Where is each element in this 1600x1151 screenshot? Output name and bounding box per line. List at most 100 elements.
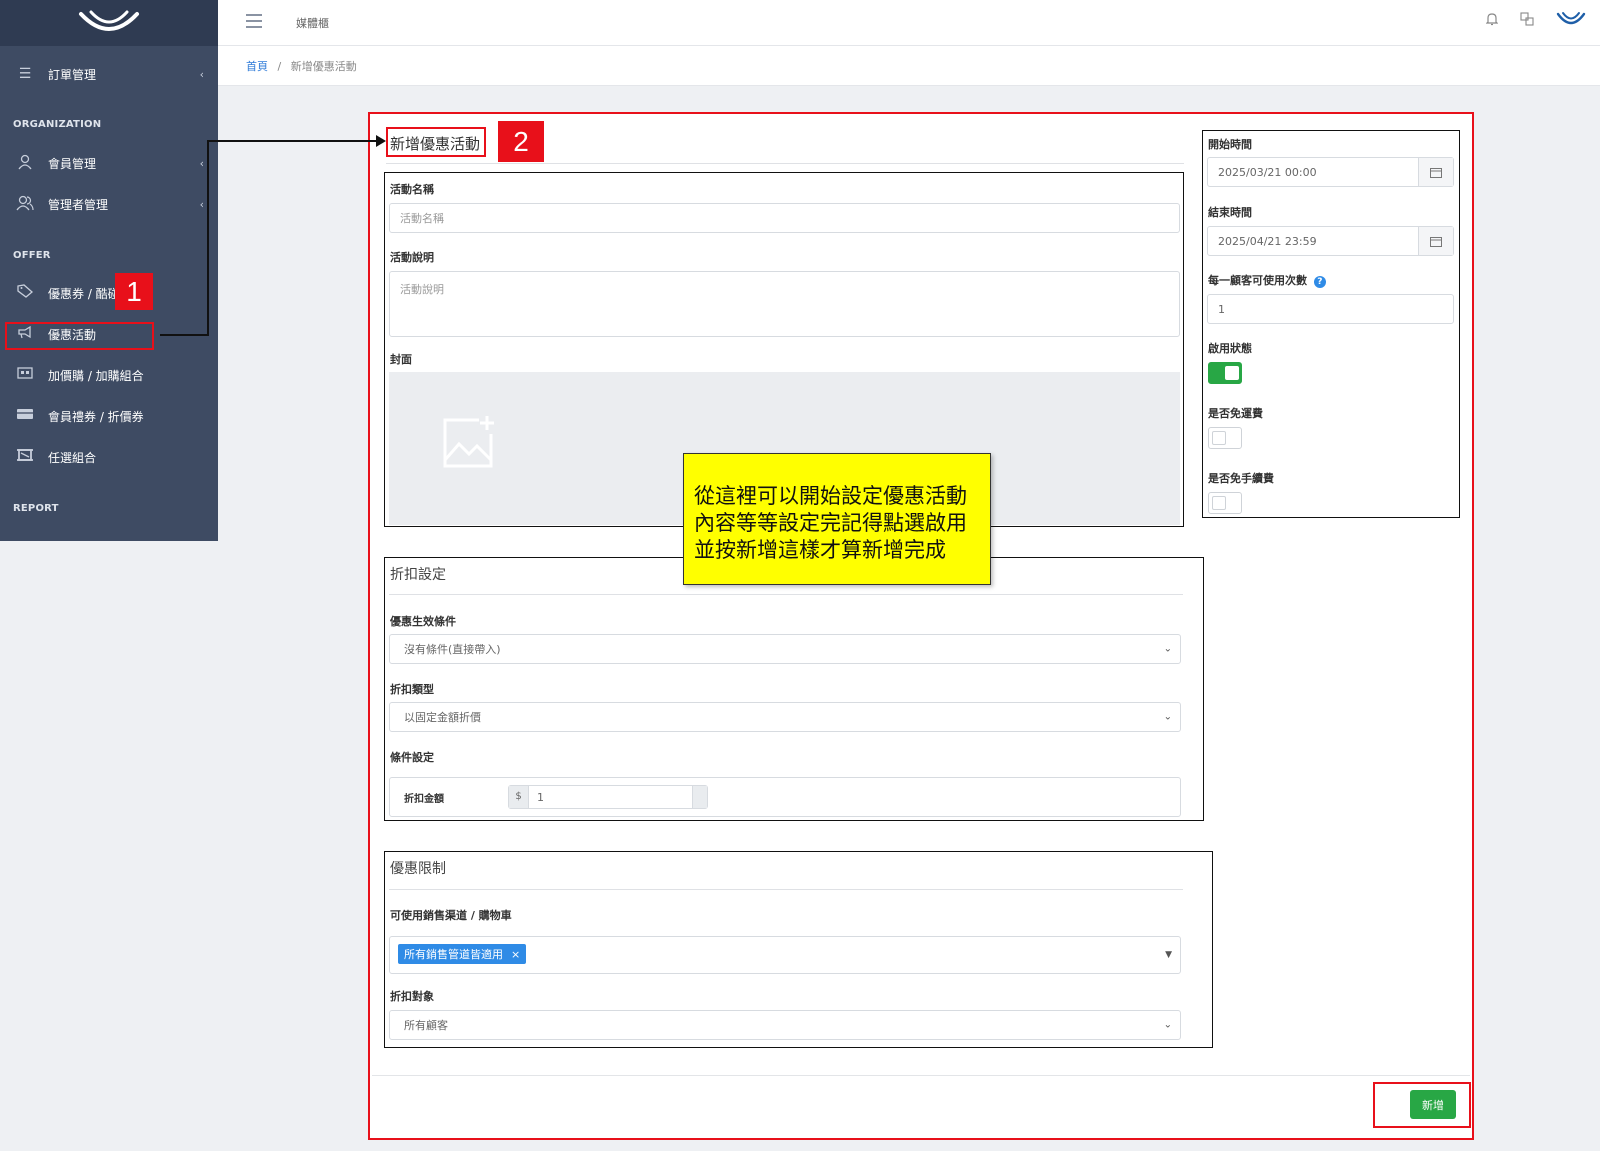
amount-input-addon — [692, 786, 707, 808]
start-time-input[interactable]: 2025/03/21 00:00 — [1207, 157, 1454, 187]
amount-value: 1 — [537, 790, 544, 804]
end-time-label: 結束時間 — [1208, 206, 1252, 219]
hamburger-menu-icon[interactable] — [246, 14, 262, 28]
breadcrumb: 首頁 / 新增優惠活動 — [218, 46, 1600, 86]
schedule-settings-box — [1202, 130, 1460, 518]
sidebar-logo[interactable] — [0, 0, 218, 46]
chevron-left-icon: ‹ — [199, 67, 204, 81]
chevron-left-icon: ‹ — [199, 156, 204, 170]
sidebar-item-combo[interactable]: 任選組合 — [0, 439, 218, 475]
calendar-icon[interactable] — [1418, 158, 1453, 186]
page-title: 新增優惠活動 — [390, 135, 481, 153]
logo-icon — [79, 10, 139, 31]
user-icon — [16, 154, 34, 172]
callout-line: 並按新增這樣才算新增完成 — [694, 538, 946, 562]
translate-icon[interactable] — [1520, 12, 1534, 26]
free-shipping-toggle[interactable] — [1208, 427, 1242, 449]
enabled-toggle[interactable] — [1208, 362, 1242, 384]
sidebar-section-organization: ORGANIZATION — [13, 119, 102, 130]
users-icon — [16, 195, 34, 213]
limits-divider — [389, 889, 1183, 890]
add-image-icon — [443, 416, 494, 468]
per-customer-input[interactable]: 1 — [1207, 294, 1454, 324]
target-label: 折扣對象 — [390, 990, 434, 1003]
sidebar-item-label: 會員禮券 / 折價券 — [48, 409, 144, 424]
chevron-down-icon: ⌄ — [1163, 711, 1172, 723]
channel-tag-label: 所有銷售管道皆適用 — [404, 948, 503, 961]
annotation-badge-1: 1 — [115, 273, 153, 310]
chevron-down-icon: ⌄ — [1163, 1019, 1172, 1031]
sidebar-item-gift-voucher[interactable]: 會員禮券 / 折價券 — [0, 398, 218, 434]
free-fee-label: 是否免手續費 — [1208, 472, 1274, 485]
tag-remove-icon[interactable]: × — [511, 948, 520, 961]
sidebar: ☰ 訂單管理 ‹ ORGANIZATION 會員管理 ‹ 管理者管理 ‹ OFF… — [0, 0, 218, 541]
amount-label: 折扣金額 — [404, 793, 444, 805]
callout-line: 從這裡可以開始設定優惠活動 — [694, 484, 967, 508]
footer-divider — [372, 1075, 1470, 1076]
page: ☰ 訂單管理 ‹ ORGANIZATION 會員管理 ‹ 管理者管理 ‹ OFF… — [0, 0, 1600, 1151]
sidebar-item-label: 優惠券 / 酷碰 — [48, 286, 120, 301]
activity-name-label: 活動名稱 — [390, 183, 434, 196]
start-time-label: 開始時間 — [1208, 138, 1252, 151]
sidebar-item-coupon[interactable]: 優惠券 / 酷碰 — [0, 275, 218, 311]
target-value: 所有顧客 — [404, 1019, 448, 1032]
topbar: 媒體櫃 — [218, 0, 1600, 46]
sidebar-item-label: 加價購 / 加購組合 — [48, 368, 144, 383]
callout-line: 內容等等設定完記得點選啟用 — [694, 511, 967, 535]
tag-icon — [16, 284, 34, 302]
chevron-left-icon: ‹ — [199, 197, 204, 211]
sidebar-item-member-mgmt[interactable]: 會員管理 ‹ — [0, 145, 218, 181]
title-divider — [386, 163, 1184, 164]
breadcrumb-home-link[interactable]: 首頁 — [246, 60, 268, 73]
currency-addon: $ — [509, 786, 529, 808]
sidebar-promo-highlight — [5, 322, 154, 350]
end-time-value: 2025/04/21 23:59 — [1218, 234, 1317, 248]
discount-type-select[interactable]: 以固定金額折價 ⌄ — [389, 702, 1181, 732]
breadcrumb-separator: / — [277, 60, 282, 73]
sidebar-item-label: 訂單管理 — [48, 67, 97, 82]
cover-label: 封面 — [390, 353, 412, 366]
start-time-value: 2025/03/21 00:00 — [1218, 165, 1317, 179]
discount-section-title: 折扣設定 — [390, 567, 446, 583]
instruction-callout: 從這裡可以開始設定優惠活動 內容等等設定完記得點選啟用 並按新增這樣才算新增完成 — [683, 453, 991, 585]
user-avatar-icon[interactable] — [1556, 10, 1586, 28]
free-shipping-label: 是否免運費 — [1208, 407, 1263, 420]
help-icon[interactable]: ? — [1313, 276, 1326, 288]
discount-divider — [389, 594, 1183, 595]
sidebar-item-admin-mgmt[interactable]: 管理者管理 ‹ — [0, 186, 218, 222]
activity-name-input[interactable]: 活動名稱 — [389, 203, 1180, 233]
per-customer-label-text: 每一顧客可使用次數 — [1208, 274, 1307, 287]
activity-desc-textarea[interactable]: 活動說明 — [389, 271, 1180, 337]
frame-icon — [16, 448, 34, 466]
gift-box-icon — [16, 366, 34, 384]
activity-desc-label: 活動說明 — [390, 251, 434, 264]
amount-input[interactable]: $ 1 — [508, 785, 708, 809]
limits-section-title: 優惠限制 — [390, 861, 446, 877]
condition-value: 沒有條件(直接帶入) — [404, 643, 501, 656]
chevron-down-icon: ⌄ — [1163, 643, 1172, 655]
enabled-label: 啟用狀態 — [1208, 342, 1252, 355]
sidebar-item-label: 管理者管理 — [48, 197, 109, 212]
caret-down-icon: ▼ — [1165, 950, 1172, 960]
channel-label: 可使用銷售渠道 / 購物車 — [390, 909, 512, 922]
list-check-icon: ☰ — [18, 66, 32, 82]
condition-label: 優惠生效條件 — [390, 615, 456, 628]
end-time-input[interactable]: 2025/04/21 23:59 — [1207, 226, 1454, 256]
sidebar-item-order-mgmt[interactable]: ☰ 訂單管理 ‹ — [0, 56, 218, 92]
calendar-icon[interactable] — [1418, 227, 1453, 255]
condition-select[interactable]: 沒有條件(直接帶入) ⌄ — [389, 634, 1181, 664]
ticket-icon — [16, 407, 34, 425]
discount-type-value: 以固定金額折價 — [404, 711, 481, 724]
add-button[interactable]: 新增 — [1410, 1090, 1456, 1119]
sidebar-item-label: 任選組合 — [48, 450, 97, 465]
sidebar-section-offer: OFFER — [13, 250, 51, 261]
channel-tag[interactable]: 所有銷售管道皆適用 × — [398, 944, 527, 964]
topbar-title[interactable]: 媒體櫃 — [296, 15, 329, 31]
free-fee-toggle[interactable] — [1208, 492, 1242, 514]
per-customer-label: 每一顧客可使用次數 ? — [1208, 272, 1326, 288]
sidebar-item-addon[interactable]: 加價購 / 加購組合 — [0, 357, 218, 393]
bell-icon[interactable] — [1486, 12, 1498, 26]
rule-label: 條件設定 — [390, 751, 434, 764]
sidebar-section-report: REPORT — [13, 503, 59, 514]
target-select[interactable]: 所有顧客 ⌄ — [389, 1010, 1181, 1040]
